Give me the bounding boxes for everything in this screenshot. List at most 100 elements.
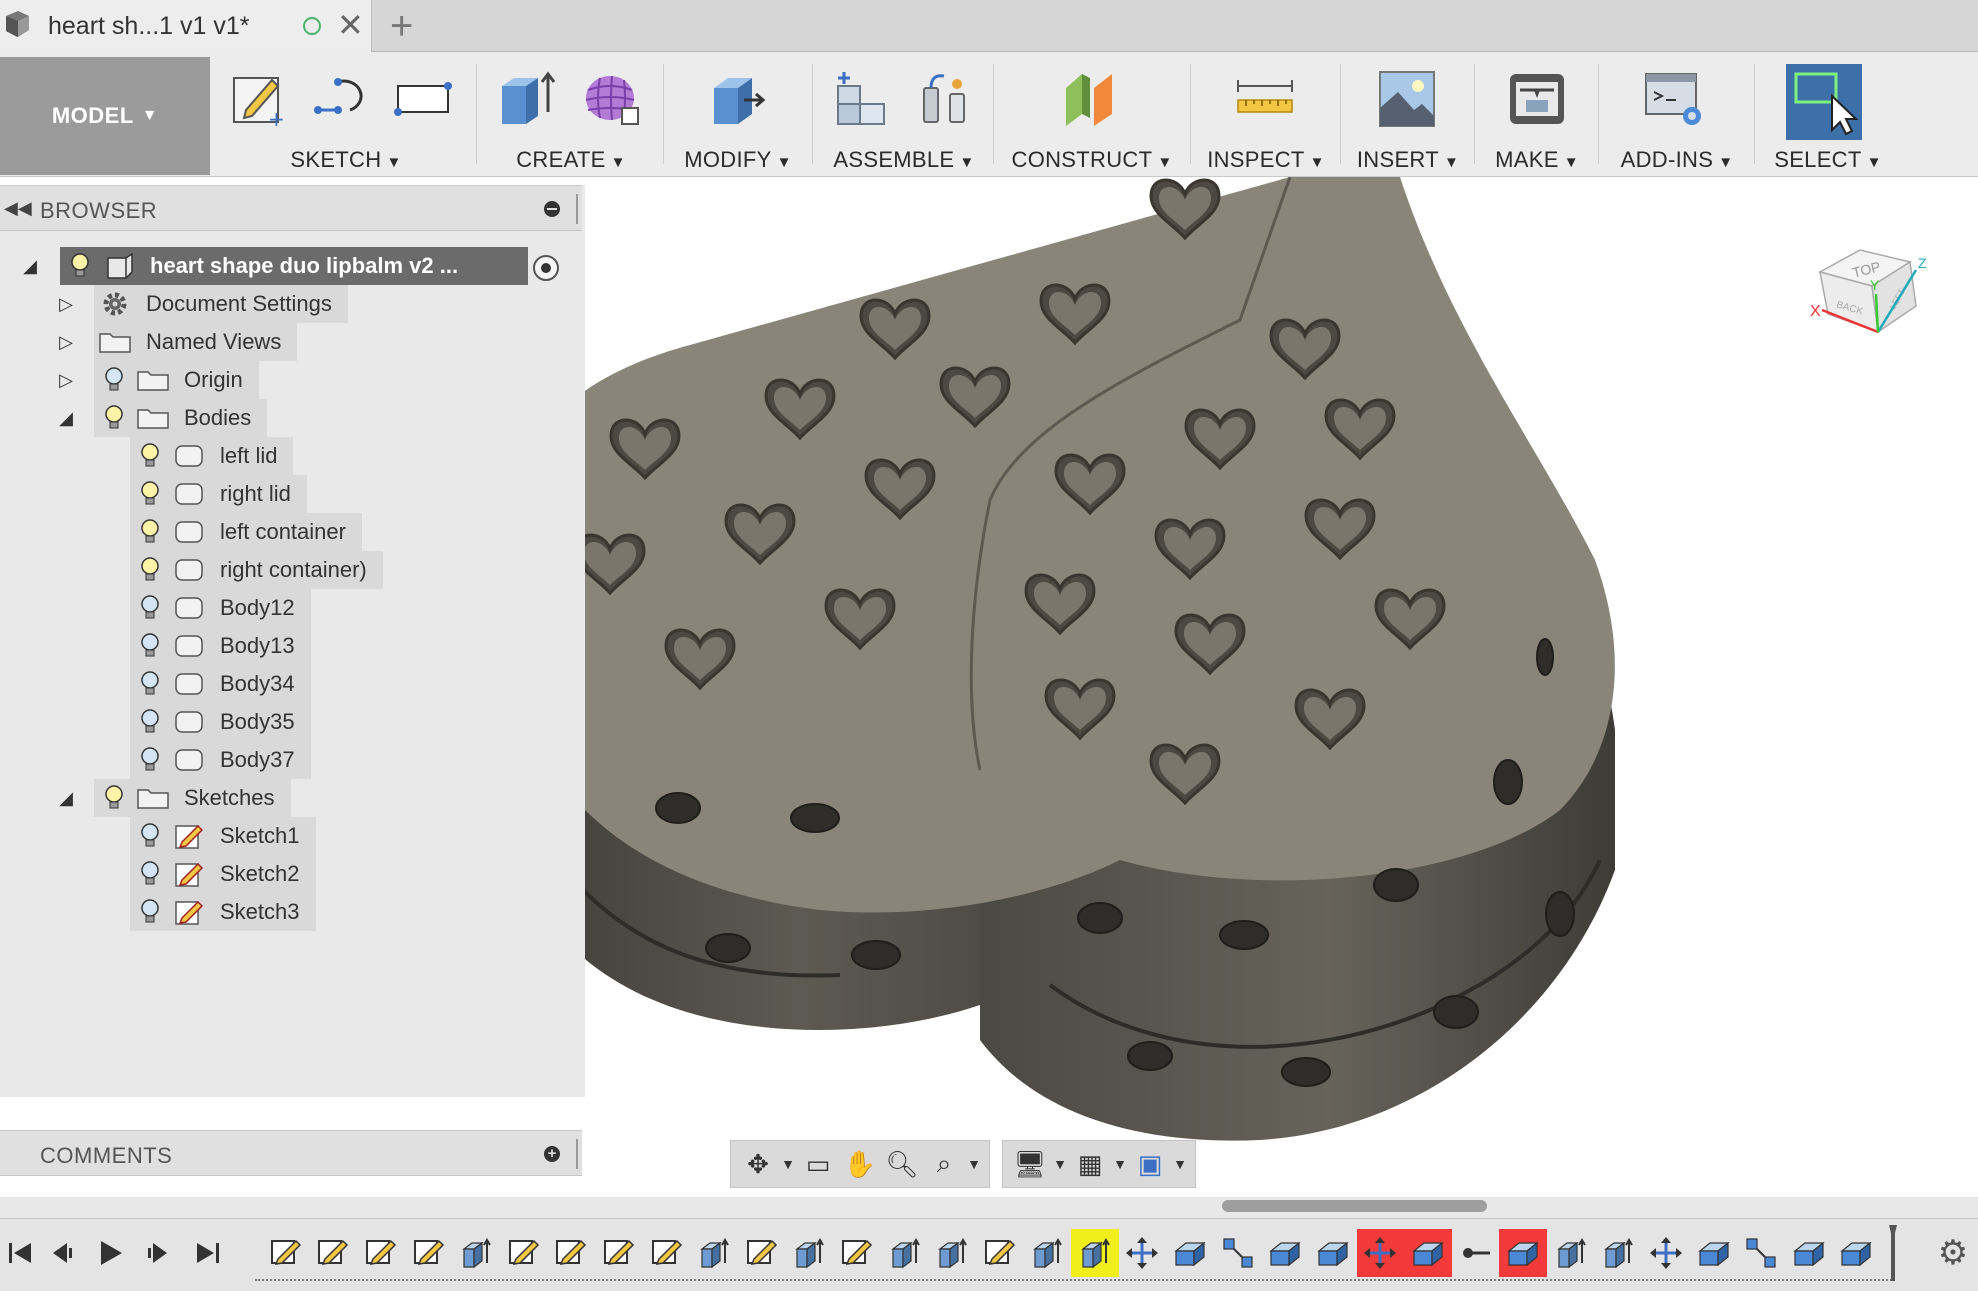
timeline-feature-body-icon[interactable] <box>1261 1229 1309 1277</box>
tree-item-origin[interactable]: ▷ Origin <box>0 361 585 399</box>
timeline-feature-sketch-icon[interactable] <box>262 1229 310 1277</box>
tree-item-sketches[interactable]: ◢ Sketches <box>0 779 585 817</box>
body-node[interactable]: Body13 <box>130 627 311 665</box>
collapse-arrow-icon[interactable]: ◢ <box>18 256 42 277</box>
visibility-bulb-icon[interactable] <box>140 480 160 508</box>
fit-zoom-icon[interactable]: ⌕ <box>923 1144 965 1184</box>
visibility-bulb-icon[interactable] <box>140 442 160 470</box>
new-tab-button[interactable]: + <box>390 4 413 48</box>
comments-panel[interactable]: COMMENTS + <box>0 1130 582 1176</box>
document-settings-node[interactable]: Document Settings <box>94 285 348 323</box>
look-at-icon[interactable]: ▭ <box>797 1144 839 1184</box>
sketch-group[interactable]: + SKETCH ▼ <box>222 52 470 177</box>
named-views-node[interactable]: Named Views <box>94 323 298 361</box>
tree-item-body[interactable]: Body12 <box>0 589 585 627</box>
expand-arrow-icon[interactable]: ▷ <box>54 370 78 391</box>
chevron-down-icon[interactable]: ▼ <box>1111 1156 1129 1172</box>
timeline-settings-gear-icon[interactable]: ⚙ <box>1935 1235 1971 1271</box>
sketch-node[interactable]: Sketch2 <box>130 855 316 893</box>
tree-item-body[interactable]: left lid <box>0 437 585 475</box>
timeline-feature-joint-icon[interactable] <box>1737 1229 1785 1277</box>
tree-item-body[interactable]: Body35 <box>0 703 585 741</box>
active-component-radio[interactable] <box>533 255 559 281</box>
visibility-bulb-icon[interactable] <box>70 252 90 280</box>
timeline-feature-body-icon[interactable] <box>1404 1229 1452 1277</box>
zoom-icon[interactable]: 🔍︎ <box>881 1144 923 1184</box>
pan-hand-icon[interactable]: ✋ <box>839 1144 881 1184</box>
go-to-end-icon[interactable] <box>188 1233 228 1273</box>
timeline-feature-body-icon[interactable] <box>1309 1229 1357 1277</box>
timeline-feature-joint-icon[interactable] <box>1214 1229 1262 1277</box>
timeline-feature-extrude-icon[interactable] <box>1024 1229 1072 1277</box>
add-comment-icon[interactable]: + <box>544 1146 560 1162</box>
make-group[interactable]: MAKE ▼ <box>1480 52 1594 177</box>
grid-icon[interactable]: ▦ <box>1069 1144 1111 1184</box>
chevron-down-icon[interactable]: ▼ <box>1051 1156 1069 1172</box>
tree-item-sketch[interactable]: Sketch1 <box>0 817 585 855</box>
sketch-node[interactable]: Sketch3 <box>130 893 316 931</box>
timeline-feature-extrude-icon[interactable] <box>690 1229 738 1277</box>
select-group[interactable]: SELECT ▼ <box>1762 52 1894 177</box>
timeline-feature-extrude-icon[interactable] <box>1547 1229 1595 1277</box>
display-settings-icon[interactable]: 🖥︎ <box>1009 1144 1051 1184</box>
visibility-bulb-icon[interactable] <box>140 556 160 584</box>
visibility-bulb-icon[interactable] <box>104 404 124 432</box>
visibility-bulb-off-icon[interactable] <box>140 860 160 888</box>
visibility-bulb-off-icon[interactable] <box>140 708 160 736</box>
tree-root[interactable]: ◢ heart shape duo lipbalm v2 ... <box>0 247 585 285</box>
root-component[interactable]: heart shape duo lipbalm v2 ... <box>60 247 528 285</box>
timeline-feature-body-icon[interactable] <box>1833 1229 1881 1277</box>
visibility-bulb-off-icon[interactable] <box>104 366 124 394</box>
expand-arrow-icon[interactable]: ▷ <box>54 294 78 315</box>
visibility-bulb-off-icon[interactable] <box>140 822 160 850</box>
tree-item-document-settings[interactable]: ▷ Document Settings <box>0 285 585 323</box>
timeline-feature-sketch-icon[interactable] <box>548 1229 596 1277</box>
timeline-feature-sketch-icon[interactable] <box>500 1229 548 1277</box>
step-back-icon[interactable] <box>42 1233 82 1273</box>
tree-item-body[interactable]: Body37 <box>0 741 585 779</box>
collapse-arrow-icon[interactable]: ◢ <box>54 788 78 809</box>
body-node[interactable]: Body35 <box>130 703 311 741</box>
timeline-feature-extrude-icon[interactable] <box>786 1229 834 1277</box>
visibility-bulb-off-icon[interactable] <box>140 594 160 622</box>
collapse-arrow-icon[interactable]: ◢ <box>54 408 78 429</box>
timeline-feature-extrude-icon[interactable] <box>881 1229 929 1277</box>
timeline-feature-sketch-icon[interactable] <box>976 1229 1024 1277</box>
tree-item-body[interactable]: left container <box>0 513 585 551</box>
visibility-bulb-off-icon[interactable] <box>140 898 160 926</box>
visibility-bulb-off-icon[interactable] <box>140 746 160 774</box>
collapse-panel-icon[interactable]: ◀◀ <box>4 198 32 219</box>
timeline-feature-extrude-icon[interactable] <box>1071 1229 1119 1277</box>
addins-group[interactable]: ADD-INS ▼ <box>1604 52 1750 177</box>
document-tab[interactable]: heart sh...1 v1 v1* ✕ <box>0 0 372 52</box>
bodies-folder-node[interactable]: Bodies <box>94 399 268 437</box>
create-group[interactable]: CREATE ▼ <box>482 52 660 177</box>
orbit-icon[interactable]: ✥ <box>737 1144 779 1184</box>
panel-grip-icon[interactable] <box>576 1139 578 1169</box>
visibility-bulb-icon[interactable] <box>140 518 160 546</box>
assemble-group[interactable]: ASSEMBLE ▼ <box>818 52 990 177</box>
expand-arrow-icon[interactable]: ▷ <box>54 332 78 353</box>
timeline-feature-move-icon[interactable] <box>1356 1229 1405 1277</box>
tree-item-sketch[interactable]: Sketch2 <box>0 855 585 893</box>
browser-minimize-icon[interactable] <box>544 201 560 217</box>
chevron-down-icon[interactable]: ▼ <box>1171 1156 1189 1172</box>
inspect-group[interactable]: INSPECT ▼ <box>1196 52 1336 177</box>
timeline-feature-sketch-icon[interactable] <box>357 1229 405 1277</box>
timeline-feature-sketch-icon[interactable] <box>833 1229 881 1277</box>
timeline-feature-body-icon[interactable] <box>1499 1229 1548 1277</box>
step-forward-icon[interactable] <box>138 1233 178 1273</box>
viewports-icon[interactable]: ▣ <box>1129 1144 1171 1184</box>
timeline-marker[interactable] <box>1889 1225 1897 1281</box>
view-cube[interactable]: TOP BACK LEFT X Y Z <box>1800 210 1950 350</box>
tree-item-bodies[interactable]: ◢ Bodies <box>0 399 585 437</box>
timeline-feature-sketch-icon[interactable] <box>595 1229 643 1277</box>
construct-group[interactable]: CONSTRUCT ▼ <box>998 52 1186 177</box>
visibility-bulb-off-icon[interactable] <box>140 632 160 660</box>
tree-item-named-views[interactable]: ▷ Named Views <box>0 323 585 361</box>
insert-group[interactable]: INSERT ▼ <box>1346 52 1470 177</box>
close-tab-icon[interactable]: ✕ <box>337 8 364 42</box>
play-icon[interactable] <box>90 1233 130 1273</box>
tree-item-sketch[interactable]: Sketch3 <box>0 893 585 931</box>
timeline-feature-extrude-icon[interactable] <box>452 1229 500 1277</box>
